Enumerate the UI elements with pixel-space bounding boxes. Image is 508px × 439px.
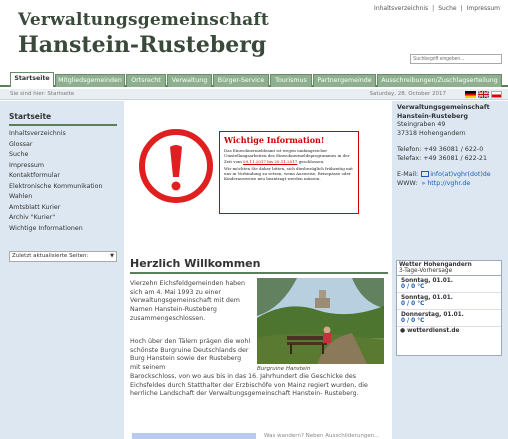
tab-verwaltung[interactable]: Verwaltung <box>167 74 212 87</box>
nav-item-kontaktformular[interactable]: Kontaktformular <box>9 171 117 182</box>
weather-day: Sonntag, 01.01. 0 / 0 °C <box>397 293 501 310</box>
welcome-heading: Herzlich Willkommen <box>130 257 388 274</box>
site-title-line1: Verwaltungsgemeinschaft <box>18 10 269 30</box>
weather-logo-icon: ● <box>400 328 406 334</box>
tab-ortsrecht[interactable]: Ortsrecht <box>126 74 166 87</box>
exclamation-icon <box>139 129 213 203</box>
site-title-line2: Hanstein-Rusteberg <box>18 32 267 58</box>
email-label: E-Mail: <box>397 171 419 178</box>
nav-item-archiv-kurier[interactable]: Archiv "Kurier" <box>9 213 117 224</box>
breadcrumb: Sie sind hier: Startseite <box>10 91 75 97</box>
nav-item-elektronische-kommunikation[interactable]: Elektronische Kommunikation <box>9 182 117 193</box>
nav-item-glossar[interactable]: Glossar <box>9 140 117 151</box>
tab-partnergemeinde[interactable]: Partnergemeinde <box>313 74 376 87</box>
recent-pages-select[interactable]: Zuletzt aktualisierte Seiten: ▼ <box>9 251 117 262</box>
www-label: WWW: <box>397 179 418 187</box>
nav-item-amtsblatt-kurier[interactable]: Amtsblatt Kurier <box>9 203 117 214</box>
nav-item-impressum[interactable]: Impressum <box>9 161 117 172</box>
burgruine-hanstein-photo <box>257 278 384 364</box>
contact-street: Steingraben 49 <box>397 121 446 128</box>
language-flags <box>465 91 502 98</box>
flag-uk-icon[interactable] <box>478 91 489 98</box>
intro-paragraph-2: Hoch über den Tälern prägen die wohl sch… <box>130 338 251 372</box>
weather-footer[interactable]: ● wetterdienst.de <box>397 327 501 335</box>
top-links: Inhaltsverzeichnis | Suche | Impressum <box>372 5 502 12</box>
left-nav: Startseite Inhaltsverzeichnis Glossar Su… <box>9 112 117 234</box>
contact-www-row: WWW: » http://vghr.de <box>397 180 505 189</box>
flag-pl-icon[interactable] <box>491 91 502 98</box>
photo-caption: Burgruine Hanstein <box>257 366 311 372</box>
contact-phone: Telefon: +49 36081 / 622-0 <box>397 146 484 153</box>
tab-startseite[interactable]: Startseite <box>10 72 54 87</box>
left-sidebar: Startseite Inhaltsverzeichnis Glossar Su… <box>0 101 124 439</box>
nav-item-suche[interactable]: Suche <box>9 150 117 161</box>
tab-tourismus[interactable]: Tourismus <box>270 74 312 87</box>
tab-buerger-service[interactable]: Bürger-Service <box>213 74 269 87</box>
site-header: Verwaltungsgemeinschaft Hanstein-Rustebe… <box>18 10 269 58</box>
contact-name-2: Hanstein-Rusteberg <box>397 112 469 120</box>
alert-title: Wichtige Information! <box>224 135 325 145</box>
tab-ausschreibungen[interactable]: Ausschreibungen/Zuschlagserteilung <box>377 74 502 87</box>
footer-image <box>132 433 256 439</box>
contact-email-row: E-Mail: info(at)vghr(dot)de <box>397 171 505 180</box>
current-date: Saturday, 28. October 2017 <box>369 91 446 97</box>
weather-widget: Wetter Hohengandern 3-Tage-Vorhersage So… <box>396 260 502 356</box>
weather-title[interactable]: Wetter Hohengandern <box>397 261 501 268</box>
intro-paragraph-1: Vierzehn Eichsfeldgemeinden haben sich a… <box>130 280 246 322</box>
search-input[interactable] <box>410 54 502 64</box>
weather-day: Donnerstag, 01.01. 0 / 0 °C <box>397 310 501 327</box>
tab-mitgliedsgemeinden[interactable]: Mitgliedsgemeinden <box>55 74 125 87</box>
link-suche[interactable]: Suche <box>436 5 458 12</box>
mail-icon <box>421 171 430 177</box>
email-link[interactable]: info(at)vghr(dot)de <box>430 171 490 178</box>
flag-de-icon[interactable] <box>465 91 476 98</box>
chevron-down-icon: ▼ <box>110 253 114 259</box>
nav-item-inhaltsverzeichnis[interactable]: Inhaltsverzeichnis <box>9 129 117 140</box>
alert-text-2: Wir möchten Sie daher bitten, sich diesb… <box>224 165 353 182</box>
main-content: Wichtige Information! Das Einwohnermelde… <box>124 101 392 439</box>
www-link[interactable]: http://vghr.de <box>427 180 470 187</box>
weather-day: Sonntag, 01.01. 0 / 0 °C <box>397 276 501 293</box>
contact-city: 37318 Hohengandern <box>397 129 466 137</box>
contact-box: Verwaltungsgemeinschaft Hanstein-Rustebe… <box>397 104 505 188</box>
contact-fax: Telefax: +49 36081 / 622-21 <box>397 154 487 162</box>
link-inhaltsverzeichnis[interactable]: Inhaltsverzeichnis <box>372 5 430 12</box>
contact-name-1: Verwaltungsgemeinschaft <box>397 104 490 111</box>
arrow-icon: » <box>421 179 426 187</box>
breadcrumb-bar: Sie sind hier: Startseite Saturday, 28. … <box>0 89 508 100</box>
weather-subtitle: 3-Tage-Vorhersage <box>397 268 501 276</box>
link-impressum[interactable]: Impressum <box>465 5 502 12</box>
nav-item-wichtige-informationen[interactable]: Wichtige Informationen <box>9 224 117 235</box>
recent-pages-select-value: Zuletzt aktualisierte Seiten: <box>12 253 89 259</box>
nav-heading[interactable]: Startseite <box>9 112 117 126</box>
main-tabs: Startseite Mitgliedsgemeinden Ortsrecht … <box>0 72 508 87</box>
footer-text: Was wandern? Neben Ausschilderungen... <box>264 433 380 439</box>
alert-box: Wichtige Information! Das Einwohnermelde… <box>219 131 359 214</box>
nav-item-wahlen[interactable]: Wahlen <box>9 192 117 203</box>
alert-dates: 09.11.2017 bis 20.11.2017 <box>243 158 298 164</box>
intro-paragraph-3: Barockschloss, von wo aus bis in das 16.… <box>130 373 368 398</box>
alert-text: Das Einwohnermeldeamt ist wegen umfangre… <box>224 148 350 164</box>
